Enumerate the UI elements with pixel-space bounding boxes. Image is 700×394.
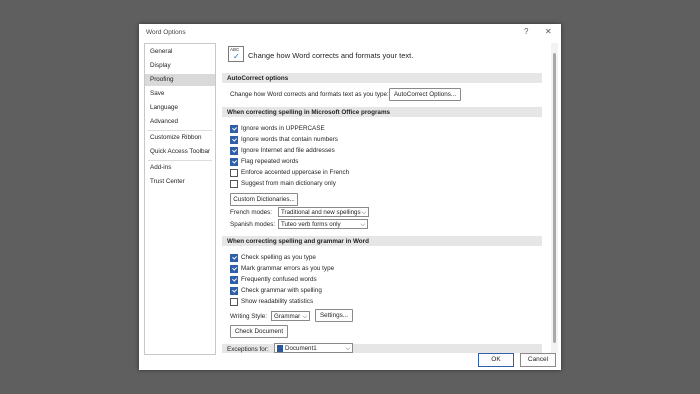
- check-document-button[interactable]: Check Document: [230, 325, 288, 338]
- spanish-modes-select[interactable]: Tuteo verb forms only ⌵: [278, 219, 368, 229]
- proofing-panel: ABC ✓ Change how Word corrects and forma…: [222, 43, 552, 353]
- chevron-down-icon: ⌵: [345, 346, 350, 352]
- panel-header: Change how Word corrects and formats you…: [248, 51, 414, 60]
- word-document-icon: [277, 345, 283, 352]
- sidebar-item-add-ins[interactable]: Add-ins: [145, 162, 215, 174]
- section-title: When correcting spelling and grammar in …: [227, 238, 369, 245]
- checkbox[interactable]: [230, 169, 238, 177]
- sidebar-item-label: Language: [150, 104, 179, 111]
- exceptions-document-select[interactable]: Document1 ⌵: [274, 343, 353, 353]
- checkbox[interactable]: [230, 147, 238, 155]
- sidebar-item-label: Save: [150, 90, 165, 97]
- autocorrect-description: Change how Word corrects and formats tex…: [230, 91, 389, 98]
- sidebar: General Display Proofing Save Language A…: [144, 43, 216, 355]
- autocorrect-options-button[interactable]: AutoCorrect Options...: [389, 88, 461, 101]
- sidebar-item-trust-center[interactable]: Trust Center: [145, 176, 215, 188]
- exceptions-label: Exceptions for:: [227, 346, 269, 353]
- checkbox[interactable]: [230, 276, 238, 284]
- title-bar: Word Options ? ✕: [139, 24, 561, 41]
- sidebar-item-language[interactable]: Language: [145, 102, 215, 114]
- sidebar-item-general[interactable]: General: [145, 46, 215, 58]
- checkbox[interactable]: [230, 287, 238, 295]
- section-title: AutoCorrect options: [227, 75, 289, 82]
- proofing-abc-icon: ABC ✓: [228, 46, 244, 62]
- section-exceptions: Exceptions for:: [222, 344, 542, 353]
- sidebar-item-display[interactable]: Display: [145, 60, 215, 72]
- section-office-spelling: When correcting spelling in Microsoft Of…: [222, 107, 542, 117]
- help-button[interactable]: ?: [524, 27, 528, 36]
- checkbox[interactable]: [230, 265, 238, 273]
- sidebar-item-label: Trust Center: [150, 178, 185, 185]
- french-modes-label: French modes:: [230, 209, 272, 216]
- writing-style-select[interactable]: Grammar ⌵: [271, 311, 310, 321]
- custom-dictionaries-button[interactable]: Custom Dictionaries...: [230, 193, 298, 206]
- section-autocorrect: AutoCorrect options: [222, 73, 542, 83]
- sidebar-item-quick-access-toolbar[interactable]: Quick Access Toolbar: [145, 146, 215, 158]
- section-word-grammar: When correcting spelling and grammar in …: [222, 236, 542, 246]
- sidebar-divider: [148, 130, 212, 131]
- sidebar-item-label: Add-ins: [150, 164, 172, 171]
- sidebar-item-save[interactable]: Save: [145, 88, 215, 100]
- chevron-down-icon: ⌵: [360, 222, 365, 228]
- sidebar-item-label: Advanced: [150, 118, 179, 125]
- sidebar-item-label: Proofing: [150, 76, 174, 83]
- french-modes-select[interactable]: Traditional and new spellings ⌵: [278, 207, 369, 217]
- writing-style-label: Writing Style:: [230, 313, 267, 320]
- sidebar-item-proofing[interactable]: Proofing: [145, 74, 215, 86]
- checkbox[interactable]: [230, 125, 238, 133]
- checkbox[interactable]: [230, 180, 238, 188]
- cancel-button[interactable]: Cancel: [520, 353, 556, 367]
- ok-button[interactable]: OK: [478, 353, 514, 367]
- sidebar-item-label: Display: [150, 62, 171, 69]
- close-button[interactable]: ✕: [545, 27, 552, 36]
- chevron-down-icon: ⌵: [302, 314, 307, 320]
- settings-button[interactable]: Settings...: [315, 309, 353, 322]
- sidebar-item-customize-ribbon[interactable]: Customize Ribbon: [145, 132, 215, 144]
- content-scrollbar[interactable]: [551, 43, 558, 353]
- sidebar-item-label: Quick Access Toolbar: [150, 148, 211, 155]
- checkbox[interactable]: [230, 158, 238, 166]
- checkbox[interactable]: [230, 298, 238, 306]
- chevron-down-icon: ⌵: [361, 210, 366, 216]
- sidebar-divider: [148, 160, 212, 161]
- window-title: Word Options: [146, 29, 186, 36]
- sidebar-item-advanced[interactable]: Advanced: [145, 116, 215, 128]
- scrollbar-thumb[interactable]: [553, 53, 556, 343]
- section-title: When correcting spelling in Microsoft Of…: [227, 109, 391, 116]
- checkbox[interactable]: [230, 136, 238, 144]
- sidebar-item-label: Customize Ribbon: [150, 134, 202, 141]
- spanish-modes-label: Spanish modes:: [230, 221, 276, 228]
- word-options-dialog: Word Options ? ✕ General Display Proofin…: [139, 24, 561, 370]
- sidebar-item-label: General: [150, 48, 173, 55]
- checkbox[interactable]: [230, 254, 238, 262]
